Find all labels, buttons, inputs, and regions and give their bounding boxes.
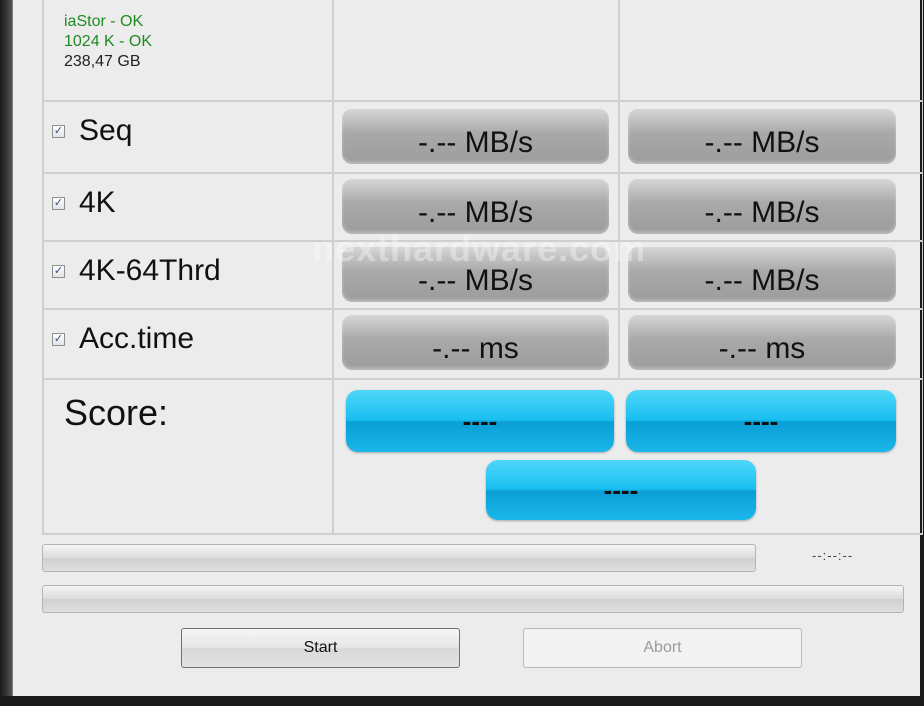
4k-label: 4K — [79, 186, 116, 219]
checkmark-icon: ✓ — [53, 196, 64, 209]
seq-read-result: -.-- MB/s — [342, 108, 609, 164]
driver-status: iaStor - OK — [64, 13, 144, 30]
score-label: Score: — [64, 392, 169, 433]
total-progress-bar — [42, 585, 904, 613]
4k-write-result: -.-- MB/s — [628, 178, 896, 234]
grid-border-left — [42, 0, 44, 535]
4k-64thrd-label: 4K-64Thrd — [79, 254, 221, 287]
row-divider — [42, 100, 922, 102]
elapsed-time: --:--:-- — [812, 548, 854, 563]
row-4k[interactable]: ✓ 4K — [52, 186, 116, 220]
checkmark-icon: ✓ — [53, 124, 64, 137]
checkmark-icon: ✓ — [53, 264, 64, 277]
4k-64thrd-write-result: -.-- MB/s — [628, 246, 896, 302]
row-4k-64thrd[interactable]: ✓ 4K-64Thrd — [52, 254, 221, 288]
drive-info: iaStor - OK 1024 K - OK 238,47 GB — [64, 12, 152, 72]
acc-time-checkbox[interactable]: ✓ — [52, 332, 65, 346]
score-total: ---- — [486, 460, 756, 520]
seq-write-result: -.-- MB/s — [628, 108, 896, 164]
score-write: ---- — [626, 390, 896, 452]
benchmark-progress-bar — [42, 544, 756, 572]
checkmark-icon: ✓ — [53, 332, 64, 345]
benchmark-window: iaStor - OK 1024 K - OK 238,47 GB ✓ Seq … — [12, 0, 923, 696]
start-button[interactable]: Start — [181, 628, 460, 668]
4k-read-result: -.-- MB/s — [342, 178, 609, 234]
acc-time-read-result: -.-- ms — [342, 314, 609, 370]
row-divider — [42, 378, 922, 380]
row-divider — [42, 533, 922, 535]
seq-label: Seq — [79, 114, 133, 147]
watermark: nexthardware.com — [312, 228, 647, 269]
window-frame-left — [0, 0, 12, 706]
4k-checkbox[interactable]: ✓ — [52, 196, 65, 210]
acc-time-write-result: -.-- ms — [628, 314, 896, 370]
row-divider — [42, 308, 922, 310]
drive-capacity: 238,47 GB — [64, 53, 141, 70]
row-acc-time[interactable]: ✓ Acc.time — [52, 322, 194, 356]
row-divider — [42, 172, 922, 174]
row-seq[interactable]: ✓ Seq — [52, 114, 132, 148]
column-divider — [618, 0, 620, 380]
acc-time-label: Acc.time — [79, 322, 195, 355]
abort-button[interactable]: Abort — [523, 628, 802, 668]
window-frame-bottom — [0, 696, 924, 706]
score-read: ---- — [346, 390, 614, 452]
seq-checkbox[interactable]: ✓ — [52, 124, 65, 138]
4k-64thrd-checkbox[interactable]: ✓ — [52, 264, 65, 278]
alignment-status: 1024 K - OK — [64, 33, 153, 50]
